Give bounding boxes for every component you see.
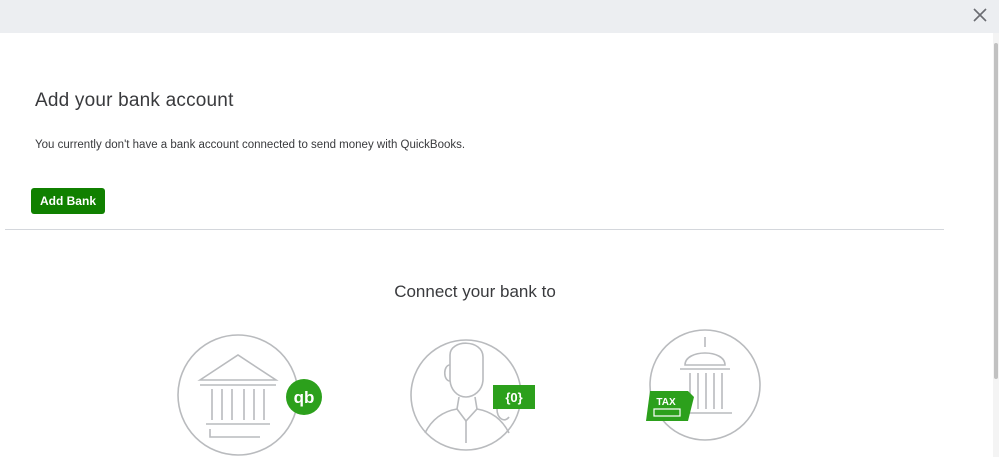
connect-heading: Connect your bank to [394, 282, 556, 301]
svg-text:qb: qb [294, 388, 315, 407]
person-money-icon: {0} [410, 339, 535, 451]
add-bank-button[interactable]: Add Bank [31, 188, 105, 214]
close-icon [973, 8, 987, 22]
tax-government-icon: TAX [646, 329, 761, 441]
svg-text:{0}: {0} [505, 390, 522, 405]
section-divider [5, 229, 944, 230]
bank-quickbooks-icon: qb [177, 334, 322, 456]
page-title: Add your bank account [35, 90, 234, 111]
top-bar [0, 0, 999, 33]
close-button[interactable] [969, 4, 991, 26]
page-description: You currently don't have a bank account … [35, 139, 466, 151]
tax-badge-label: TAX [656, 397, 676, 408]
scrollbar-thumb[interactable] [994, 43, 998, 379]
